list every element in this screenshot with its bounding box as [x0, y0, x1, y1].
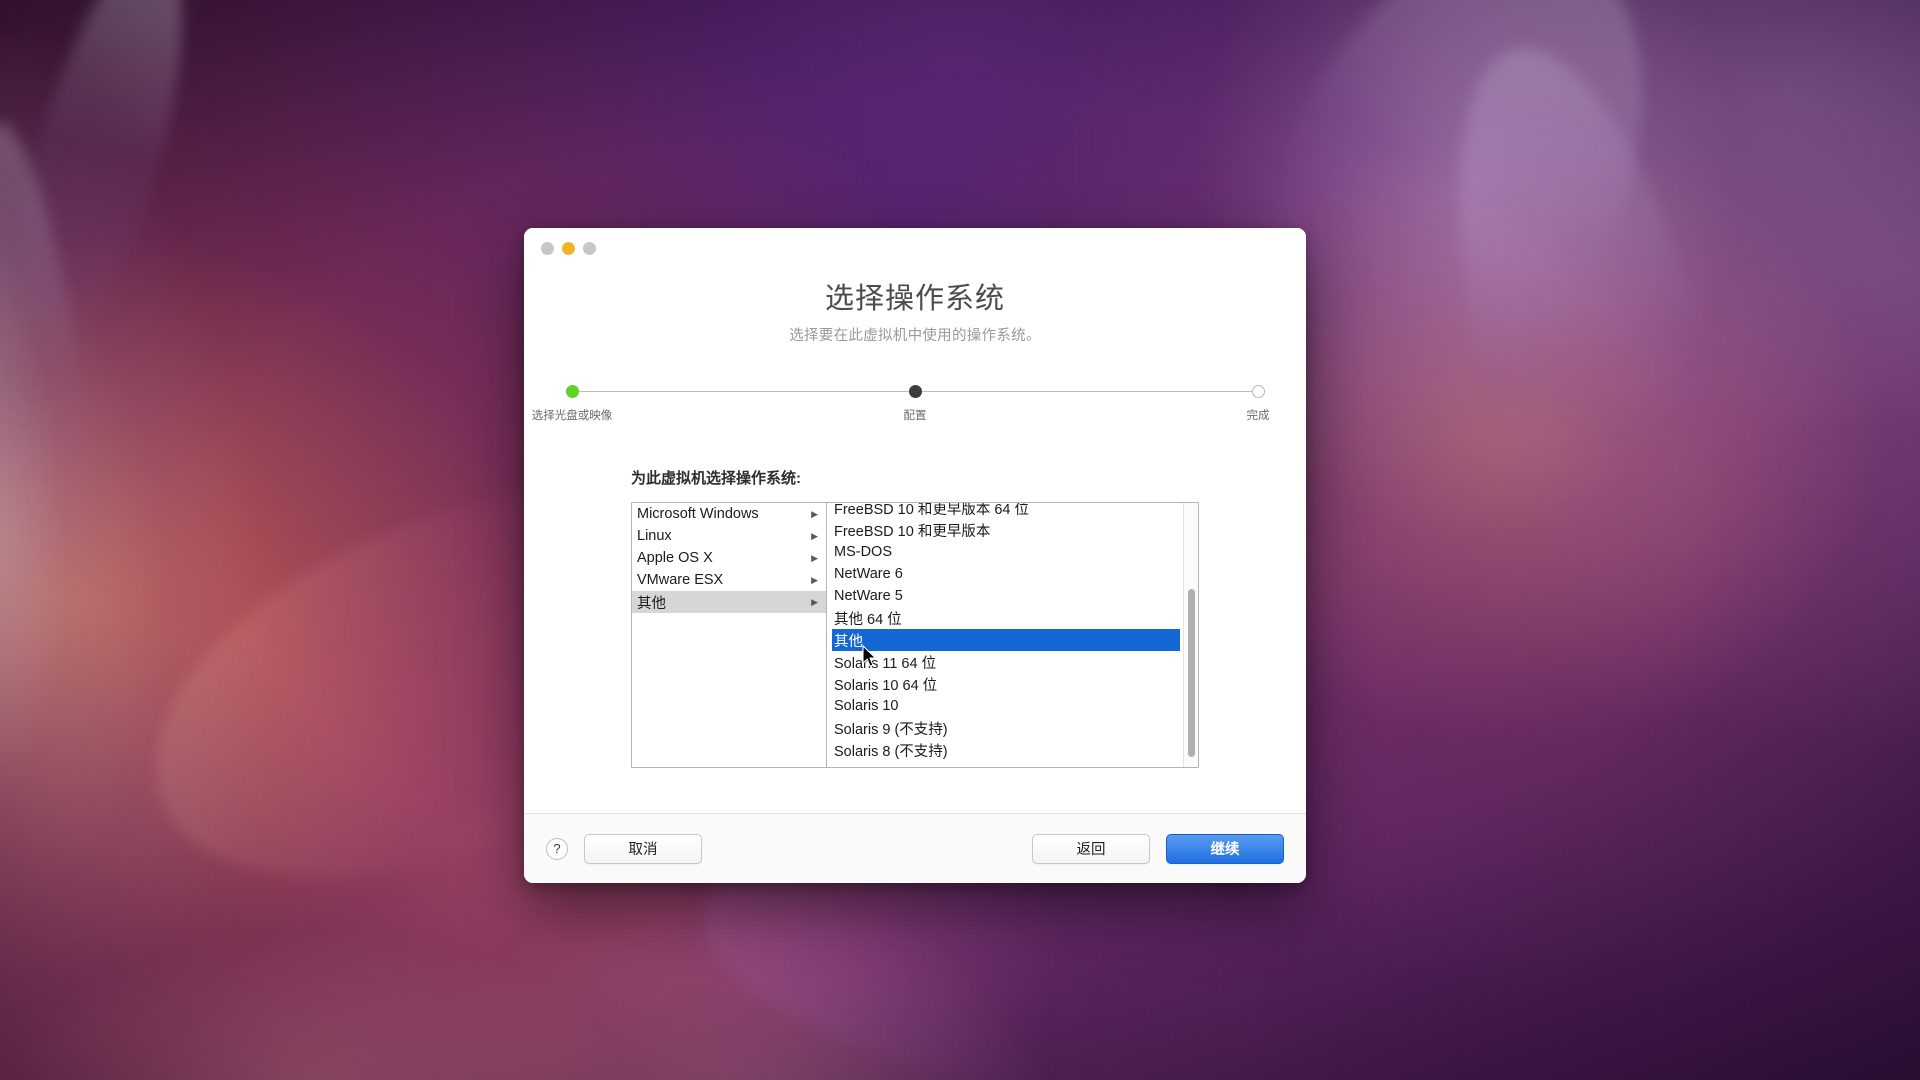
desktop-wallpaper: 选择操作系统 选择要在此虚拟机中使用的操作系统。 选择光盘或映像 配置 完成 为…: [0, 0, 1920, 1080]
os-row-label: MS-DOS: [834, 544, 892, 561]
step-connector-2: [915, 391, 1258, 393]
os-row-freebsd-10-and-earlier[interactable]: FreeBSD 10 和更早版本: [832, 519, 1180, 541]
os-list-scrollbar[interactable]: [1183, 503, 1198, 768]
os-browser: Microsoft Windows ▶ Linux ▶ Apple OS X ▶…: [631, 502, 1199, 769]
chevron-right-icon: ▶: [811, 508, 818, 519]
os-row-label: NetWare 6: [834, 566, 903, 583]
cancel-button[interactable]: 取消: [584, 833, 702, 864]
os-row-label: FreeBSD 10 和更早版本: [834, 523, 991, 540]
new-vm-assistant-window: 选择操作系统 选择要在此虚拟机中使用的操作系统。 选择光盘或映像 配置 完成 为…: [524, 228, 1306, 883]
os-row-solaris-10[interactable]: Solaris 10: [832, 695, 1180, 717]
header-block: 选择操作系统 选择要在此虚拟机中使用的操作系统。: [560, 281, 1270, 345]
chevron-right-icon: ▶: [811, 530, 818, 541]
page-subtitle: 选择要在此虚拟机中使用的操作系统。: [789, 328, 1041, 345]
os-row-solaris-10-64bit[interactable]: Solaris 10 64 位: [832, 673, 1180, 695]
os-row-label: Solaris 8 (不支持): [834, 743, 948, 760]
category-row-vmware-esx[interactable]: VMware ESX ▶: [632, 569, 826, 591]
chevron-right-icon: ▶: [811, 596, 818, 607]
back-button[interactable]: 返回: [1032, 833, 1150, 864]
category-row-apple-os-x[interactable]: Apple OS X ▶: [632, 547, 826, 569]
select-os-prompt: 为此虚拟机选择操作系统:: [631, 470, 801, 488]
category-label: Apple OS X: [637, 550, 713, 567]
os-row-other[interactable]: 其他: [832, 629, 1180, 652]
os-row-solaris-9-unsupported[interactable]: Solaris 9 (不支持): [832, 717, 1180, 739]
os-row-label: 其他 64 位: [834, 611, 902, 628]
os-row-solaris-8-unsupported[interactable]: Solaris 8 (不支持): [832, 739, 1180, 761]
os-row-label: FreeBSD 10 和更早版本 64 位: [834, 503, 1029, 518]
dialog-footer: ? 取消 返回 继续: [524, 813, 1306, 883]
chevron-right-icon: ▶: [811, 552, 818, 563]
os-row-label: Solaris 11 64 位: [834, 655, 937, 672]
minimize-window-button[interactable]: [562, 241, 575, 255]
zoom-window-button[interactable]: [583, 241, 596, 255]
os-row-ms-dos[interactable]: MS-DOS: [832, 541, 1180, 563]
chevron-right-icon: ▶: [811, 574, 818, 585]
step-dot-todo-icon: [1251, 385, 1265, 399]
category-label: 其他: [637, 595, 666, 612]
window-content: 选择操作系统 选择要在此虚拟机中使用的操作系统。 选择光盘或映像 配置 完成 为…: [524, 268, 1306, 813]
step-label-1: 选择光盘或映像: [531, 410, 613, 423]
os-row-other-64bit[interactable]: 其他 64 位: [832, 607, 1180, 629]
os-version-scroll-content: FreeBSD 10 和更早版本 64 位 FreeBSD 10 和更早版本 M…: [827, 503, 1198, 767]
os-row-solaris-11-64bit[interactable]: Solaris 11 64 位: [832, 651, 1180, 673]
category-row-microsoft-windows[interactable]: Microsoft Windows ▶: [632, 503, 826, 525]
os-row-label: 其他: [834, 633, 863, 650]
continue-button[interactable]: 继续: [1166, 833, 1284, 864]
os-row-netware-6[interactable]: NetWare 6: [832, 563, 1180, 585]
step-label-3: 完成: [1246, 410, 1270, 423]
category-label: Microsoft Windows: [637, 506, 759, 523]
os-category-list[interactable]: Microsoft Windows ▶ Linux ▶ Apple OS X ▶…: [632, 503, 827, 768]
step-dot-done-icon: [565, 385, 579, 399]
category-label: Linux: [637, 528, 672, 545]
category-row-other[interactable]: 其他 ▶: [632, 591, 826, 614]
close-window-button[interactable]: [541, 241, 554, 255]
os-row-freebsd-10-and-earlier-64[interactable]: FreeBSD 10 和更早版本 64 位: [832, 503, 1180, 519]
step-label-2: 配置: [903, 410, 927, 423]
page-title: 选择操作系统: [824, 283, 1005, 315]
os-row-label: Solaris 10: [834, 698, 899, 715]
window-titlebar[interactable]: [524, 228, 1306, 268]
step-connector-1: [572, 391, 915, 393]
step-indicator: 选择光盘或映像 配置 完成: [532, 385, 1270, 423]
category-label: VMware ESX: [637, 572, 724, 589]
help-button[interactable]: ?: [546, 837, 568, 860]
os-row-netware-5[interactable]: NetWare 5: [832, 585, 1180, 607]
category-row-linux[interactable]: Linux ▶: [632, 525, 826, 547]
os-row-label: Solaris 10 64 位: [834, 677, 938, 694]
os-row-label: Solaris 9 (不支持): [834, 721, 948, 738]
step-dot-current-icon: [908, 385, 922, 399]
os-list-scrollbar-thumb[interactable]: [1188, 589, 1195, 758]
os-row-label: NetWare 5: [834, 588, 903, 605]
os-version-list[interactable]: FreeBSD 10 和更早版本 64 位 FreeBSD 10 和更早版本 M…: [827, 503, 1198, 768]
